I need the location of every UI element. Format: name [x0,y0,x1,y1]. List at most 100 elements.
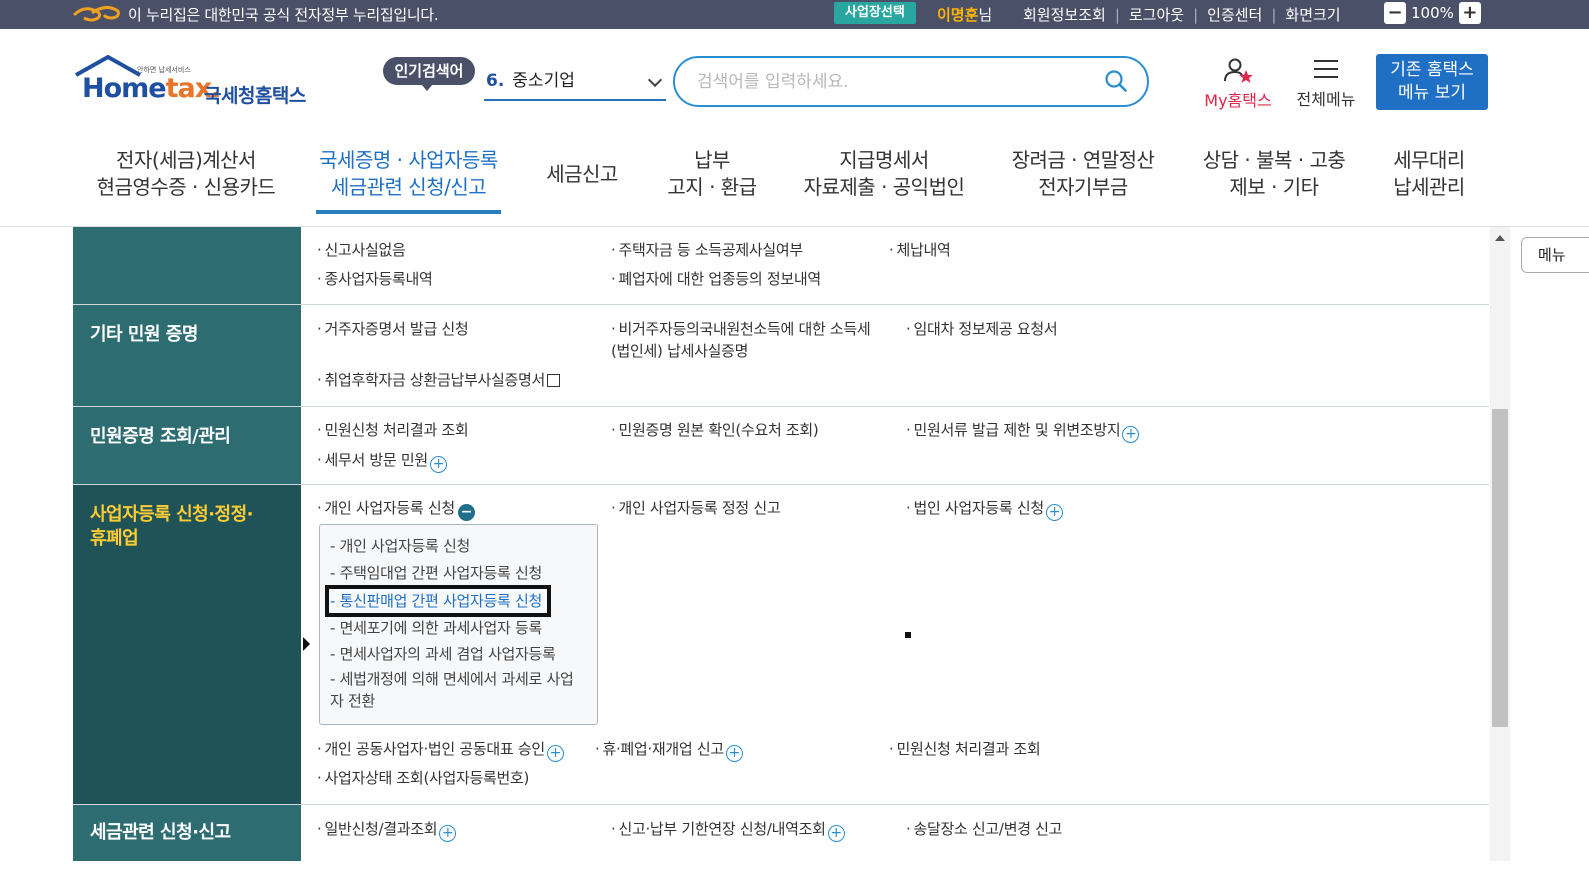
menu-link-text: 일반신청/결과조회 [324,820,438,838]
scrollbar[interactable] [1490,227,1510,861]
menu-content: 신고사실없음 주택자금 등 소득공제사실여부 체납내역 종사업자등록내역 폐업자… [0,227,1589,861]
submenu-item[interactable]: 면세사업자의 과세 겸업 사업자등록 [330,643,556,665]
menu-link[interactable]: 사업자상태 조회(사업자등록번호) [317,767,529,789]
menu-link-text: 개인 사업자등록 신청 [324,499,455,517]
user-star-icon [1224,58,1253,83]
logout-link[interactable]: 로그아웃 [1129,6,1184,24]
submenu-item[interactable]: 면세포기에 의한 과세사업자 등록 [330,617,543,639]
hometax-logo[interactable]: 안하면 납세서비스 Hometax. 국세청홈택스 [74,55,314,113]
menu-link[interactable]: 종사업자등록내역 [317,268,432,290]
menu-link-text: 민원서류 발급 제한 및 위변조방지 [913,421,1121,439]
top-links: 회원정보조회 | 로그아웃 | 인증센터 | 화면크기 [1023,6,1341,24]
gov-notice: 이 누리집은 대한민국 공식 전자정부 누리집입니다. [128,6,439,24]
nav-label: 고지 · 환급 [667,175,757,199]
member-info-link[interactable]: 회원정보조회 [1023,6,1106,24]
zoom-in-button[interactable]: + [1458,2,1481,24]
menu-link[interactable]: 민원증명 원본 확인(수요처 조회) [611,419,818,441]
nav-label: 세금신고 [546,162,618,186]
nav-incentive[interactable]: 장려금 · 연말정산전자기부금 [1006,147,1160,201]
legacy-menu-button[interactable]: 기존 홈택스 메뉴 보기 [1376,54,1488,110]
expand-plus-icon[interactable]: + [429,456,447,473]
menu-link-text: 취업후학자금 상환금납부사실증명서 [324,371,545,389]
side-menu-button[interactable]: 메뉴 [1521,237,1589,273]
business-select-button[interactable]: 사업장선택 [834,2,916,24]
expand-plus-icon[interactable]: + [827,825,845,842]
nav-label: 장려금 · 연말정산 [1011,148,1155,172]
expand-plus-icon[interactable]: + [546,745,564,762]
search-input[interactable] [697,70,1087,94]
popular-rank: 6. [486,71,505,91]
menu-link[interactable]: 송달장소 신고/변경 신고 [906,818,1062,840]
menu-link-external[interactable]: 취업후학자금 상환금납부사실증명서 [317,369,560,391]
scrollbar-thumb[interactable] [1492,409,1508,727]
menu-link-text: 개인 공동사업자·법인 공동대표 승인 [324,740,545,758]
gov-banner: 이 누리집은 대한민국 공식 전자정부 누리집입니다. 사업장선택 이명훈님 회… [0,0,1589,29]
nav-certificate-bizreg[interactable]: 국세증명 · 사업자등록 세금관련 신청/신고 [316,147,501,201]
menu-link-expandable[interactable]: 세무서 방문 민원+ [317,449,447,473]
nav-label: 현금영수증 · 신용카드 [96,175,276,199]
nav-e-invoice[interactable]: 전자(세금)계산서 현금영수증 · 신용카드 [96,147,276,201]
nav-label: 전자기부금 [1038,175,1128,199]
popular-search-select[interactable]: 6. 중소기업 [484,65,666,101]
my-hometax-button[interactable]: My홈택스 [1200,57,1276,111]
menu-link[interactable]: 거주자증명서 발급 신청 [317,318,468,340]
menu-link-expandable[interactable]: 법인 사업자등록 신청+ [906,497,1063,521]
collapse-minus-icon[interactable]: − [457,504,475,521]
zoom-out-button[interactable]: − [1384,2,1406,24]
search-box [673,56,1149,107]
menu-link[interactable]: 비거주자등의국내원천소득에 대한 소득세(법인세) 납세사실증명 [611,318,883,362]
my-hometax-label: My홈택스 [1204,91,1272,110]
menu-link-expanded[interactable]: 개인 사업자등록 신청− [317,497,475,521]
nav-payment[interactable]: 납부고지 · 환급 [660,147,764,201]
all-menu-button[interactable]: 전체메뉴 [1292,57,1360,110]
submenu-item-selected[interactable]: 통신판매업 간편 사업자등록 신청 [325,585,551,617]
nav-tax-filing[interactable]: 세금신고 [540,161,624,188]
nav-label: 납세관리 [1393,175,1465,199]
external-link-icon [546,374,560,387]
brand-hometax: Hometax. [82,73,221,104]
menu-row-bizreg: 사업자등록 신청·정정· 휴폐업 개인 사업자등록 신청− 개인 사업자등록 정… [73,485,1489,805]
menu-link-expandable[interactable]: 개인 공동사업자·법인 공동대표 승인+ [317,738,564,762]
expand-plus-icon[interactable]: + [725,745,743,762]
row-label-active: 사업자등록 신청·정정· 휴폐업 [73,485,301,804]
user-name: 이명훈 [937,6,979,24]
menu-link[interactable]: 민원신청 처리결과 조회 [317,419,468,441]
expand-plus-icon[interactable]: + [1122,426,1140,443]
row-label: 세금관련 신청·신고 [90,822,231,843]
chevron-down-icon [647,72,663,88]
menu-link[interactable]: 신고사실없음 [317,239,405,261]
menu-link[interactable]: 민원신청 처리결과 조회 [889,738,1040,760]
cursor-dot [905,632,911,638]
nav-tax-agent[interactable]: 세무대리 납세관리 [1386,147,1472,201]
nav-label: 세금관련 신청/신고 [330,175,487,199]
scroll-up-icon[interactable] [1495,235,1505,241]
menu-link[interactable]: 개인 사업자등록 정정 신고 [611,497,780,519]
menu-link[interactable]: 체납내역 [889,239,950,261]
menu-link[interactable]: 폐업자에 대한 업종등의 정보내역 [611,268,821,290]
nav-label: 납부 [694,148,730,172]
egov-logo-icon [72,6,120,22]
search-icon[interactable] [1105,70,1127,92]
menu-link[interactable]: 임대차 정보제공 요청서 [906,318,1057,340]
row-label: 민원증명 조회/관리 [90,426,231,447]
user-greeting: 이명훈님 [937,4,992,25]
row-label-line: 사업자등록 신청·정정· [90,504,253,525]
nav-payment-statement[interactable]: 지급명세서 자료제출 · 공익법인 [800,147,968,201]
screen-size-label: 화면크기 [1285,6,1341,24]
menu-link[interactable]: 주택자금 등 소득공제사실여부 [611,239,803,261]
expand-plus-icon[interactable]: + [1045,504,1063,521]
menu-row-taxapp: 세금관련 신청·신고 일반신청/결과조회+ 신고·납부 기한연장 신청/내역조회… [73,805,1489,885]
menu-link-expandable[interactable]: 휴·폐업·재개업 신고+ [595,738,743,762]
nav-consult[interactable]: 상담 · 불복 · 고충 제보 · 기타 [1198,147,1350,201]
submenu-item[interactable]: 주택임대업 간편 사업자등록 신청 [330,562,543,584]
menu-link-expandable[interactable]: 신고·납부 기한연장 신청/내역조회+ [611,818,845,842]
cert-center-link[interactable]: 인증센터 [1207,6,1262,24]
submenu-item[interactable]: 세법개정에 의해 면세에서 과세로 사업자 전환 [330,668,585,712]
zoom-value: 100% [1411,4,1454,22]
hamburger-icon [1314,60,1338,78]
menu-link-expandable[interactable]: 민원서류 발급 제한 및 위변조방지+ [906,419,1140,443]
expand-plus-icon[interactable]: + [439,825,457,842]
menu-link-expandable[interactable]: 일반신청/결과조회+ [317,818,457,842]
submenu-item[interactable]: 개인 사업자등록 신청 [330,535,471,557]
menu-link-text: 법인 사업자등록 신청 [913,499,1044,517]
